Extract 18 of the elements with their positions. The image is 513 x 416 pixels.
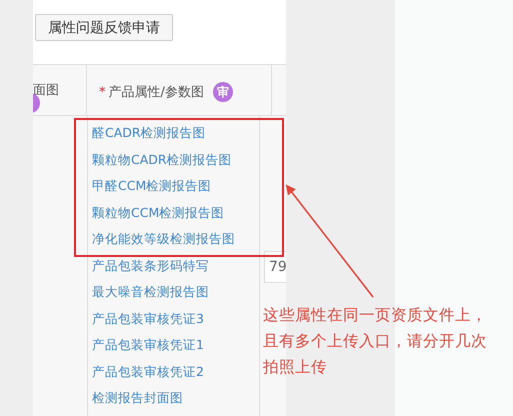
attribute-link[interactable]: 产品包装条形码特写 — [92, 252, 209, 279]
attribute-link[interactable]: 最大噪音检测报告图 — [92, 279, 209, 306]
column-header: 面图 — [33, 82, 59, 99]
attribute-link[interactable]: 甲醛CCM检测报告图 — [92, 173, 212, 200]
input-field[interactable]: 79 — [264, 251, 286, 283]
attribute-link[interactable]: 产品包装审核凭证2 — [92, 358, 204, 385]
column-header: 产品属性/参数图 — [108, 84, 204, 101]
annotation-text: 这些属性在同一页资质文件上，且有多个上传入口，请分开几次拍照上传 — [263, 305, 488, 378]
attribute-link[interactable]: 产品包装审核凭证3 — [92, 306, 204, 332]
attribute-link[interactable]: 产品包装审核凭证1 — [92, 332, 204, 358]
attribute-link[interactable]: 检测报告封面图 — [92, 385, 183, 412]
attribute-link[interactable]: 颗粒物CADR检测报告图 — [92, 146, 232, 173]
feedback-button[interactable]: 属性问题反馈申请 — [35, 14, 173, 41]
required-mark: * — [99, 84, 106, 100]
attribute-link[interactable]: 净化能效等级检测报告图 — [92, 226, 235, 252]
attribute-link[interactable]: 醛CADR检测报告图 — [92, 120, 206, 146]
attribute-link[interactable]: 颗粒物CCM检测报告图 — [92, 200, 224, 226]
review-badge: 审 — [212, 82, 233, 102]
